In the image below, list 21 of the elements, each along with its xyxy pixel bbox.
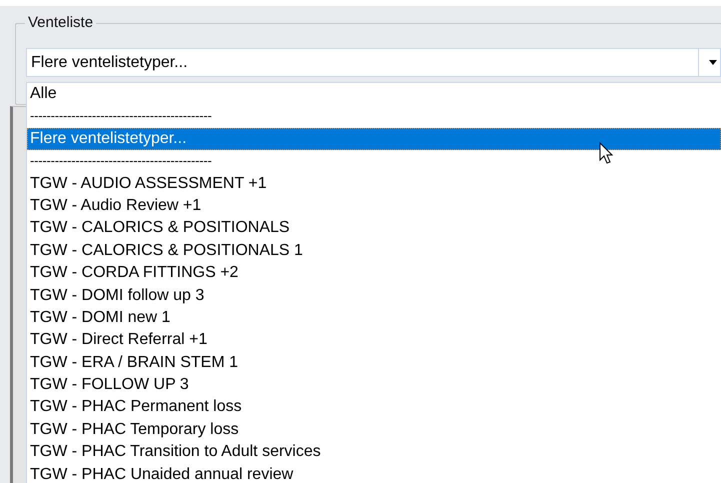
list-option[interactable]: Flere ventelistetyper... xyxy=(27,128,721,150)
list-option[interactable]: TGW - Audio Review +1 xyxy=(27,194,721,218)
list-option[interactable]: TGW - PHAC Transition to Adult services xyxy=(27,441,721,464)
waitlist-dropdown[interactable]: Flere ventelistetyper... xyxy=(26,48,721,77)
list-option[interactable]: TGW - CALORICS & POSITIONALS xyxy=(27,217,721,240)
list-option[interactable]: TGW - FOLLOW UP 3 xyxy=(27,374,721,396)
separator-text: -------------------------------------------- xyxy=(29,152,213,170)
list-option[interactable]: TGW - PHAC Unaided annual review xyxy=(27,464,721,483)
list-option[interactable]: Alle xyxy=(27,83,721,106)
list-option[interactable]: TGW - DOMI new 1 xyxy=(27,306,721,330)
list-option[interactable]: TGW - CORDA FITTINGS +2 xyxy=(27,262,721,285)
list-option[interactable]: TGW - AUDIO ASSESSMENT +1 xyxy=(27,172,721,195)
mouse-pointer-icon xyxy=(599,142,613,164)
list-option[interactable]: TGW - PHAC Temporary loss xyxy=(27,418,721,442)
list-option[interactable]: TGW - CALORICS & POSITIONALS 1 xyxy=(27,240,721,262)
list-option[interactable]: TGW - ERA / BRAIN STEM 1 xyxy=(27,352,721,374)
list-option[interactable]: TGW - DOMI follow up 3 xyxy=(27,284,721,307)
list-option[interactable]: TGW - PHAC Permanent loss xyxy=(27,396,721,419)
caret-icon xyxy=(709,60,717,65)
separator-text: -------------------------------------------- xyxy=(29,107,213,126)
list-option[interactable]: TGW - Direct Referral +1 xyxy=(27,329,721,352)
